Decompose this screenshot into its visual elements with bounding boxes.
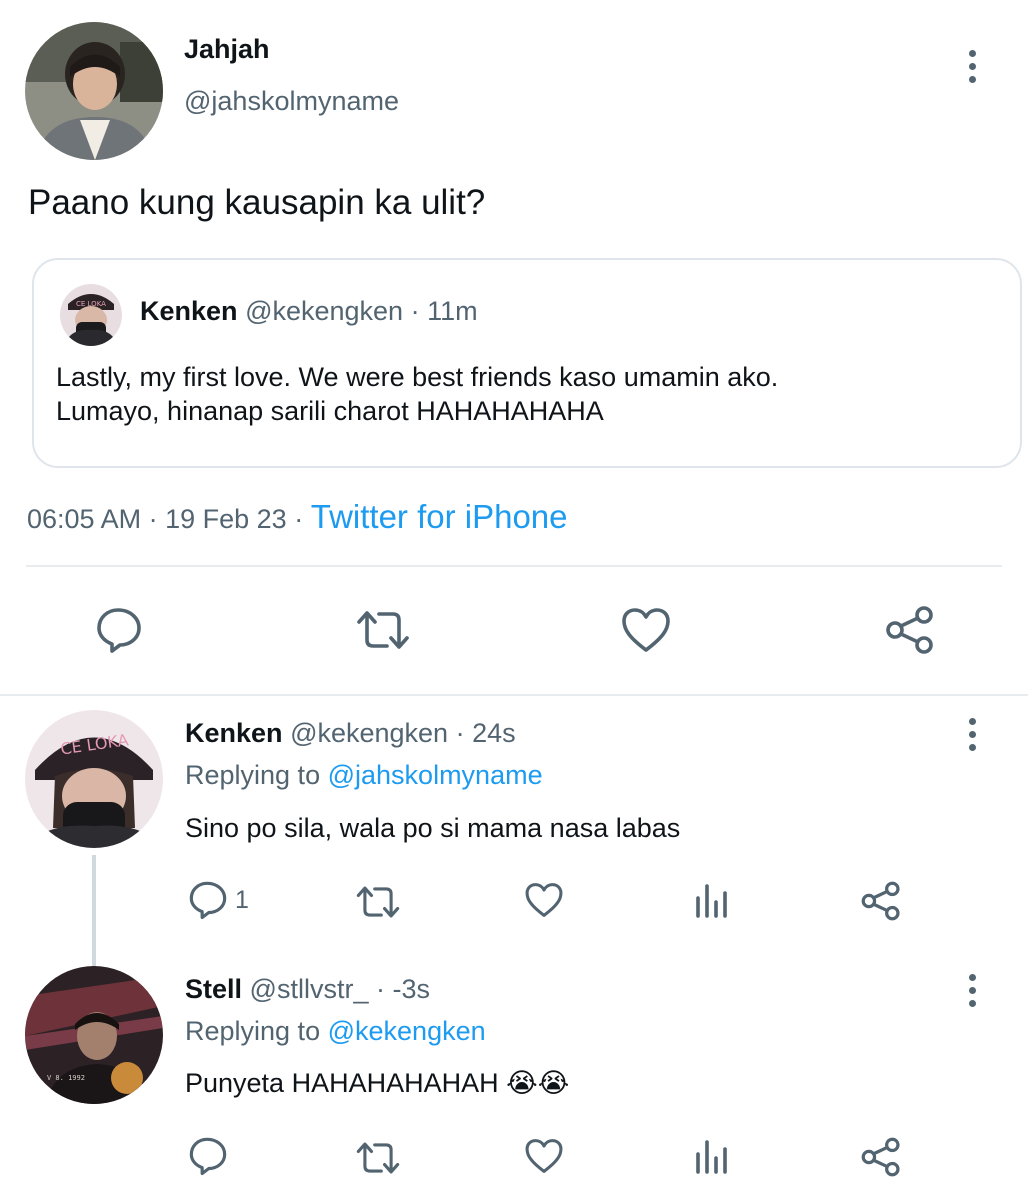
section-divider	[0, 694, 1028, 696]
tweet-source-link[interactable]: Twitter for iPhone	[311, 498, 568, 535]
like-icon	[622, 608, 670, 652]
source-separator: ·	[294, 504, 304, 534]
reply-icon	[189, 1137, 227, 1176]
replying-to-label: Replying to	[185, 760, 321, 790]
quoted-name: Kenken	[140, 296, 238, 326]
reply-avatar[interactable]: V 8. 1992	[25, 966, 163, 1104]
reply-name[interactable]: Kenken	[185, 718, 283, 748]
reply-time: -3s	[392, 974, 431, 1004]
retweet-button[interactable]	[355, 1140, 401, 1176]
thread-line	[92, 855, 96, 967]
svg-text:V 8. 1992: V 8. 1992	[47, 1074, 85, 1082]
reply-handle[interactable]: @stllvstr_	[250, 974, 369, 1004]
replying-to-label: Replying to	[185, 1016, 321, 1046]
reply-name[interactable]: Stell	[185, 974, 242, 1004]
like-button[interactable]	[524, 1137, 564, 1175]
reply-text: Sino po sila, wala po si mama nasa labas	[185, 813, 681, 843]
reply-handle[interactable]: @kekengken	[290, 718, 448, 748]
reply-avatar[interactable]: CE LOKA	[25, 710, 163, 848]
share-button[interactable]	[884, 604, 936, 656]
reply-separator: ·	[455, 718, 465, 748]
quoted-separator: ·	[410, 296, 420, 326]
reply-more-options-icon[interactable]	[960, 970, 984, 1010]
author-avatar[interactable]	[25, 22, 163, 160]
retweet-button[interactable]	[355, 608, 411, 652]
reply-more-options-icon[interactable]	[960, 714, 984, 754]
quoted-tweet[interactable]: CE LOKA Kenken @kekengken · 11m Lastly, …	[32, 258, 1022, 468]
quoted-avatar: CE LOKA	[60, 284, 122, 346]
timestamp-separator: ·	[148, 504, 158, 534]
quoted-time: 11m	[427, 296, 478, 326]
retweet-icon	[356, 886, 400, 918]
retweet-button[interactable]	[355, 884, 401, 920]
more-options-icon[interactable]	[960, 46, 984, 86]
tweet-time: 06:05 AM	[27, 504, 142, 534]
replying-to-link[interactable]: @kekengken	[328, 1016, 486, 1046]
share-button[interactable]	[860, 880, 902, 922]
divider	[26, 565, 1002, 567]
analytics-button[interactable]	[694, 1138, 730, 1174]
reply-button[interactable]: 1	[187, 880, 249, 920]
reply-text: Punyeta HAHAHAHAHAH	[185, 1068, 499, 1098]
share-icon	[861, 881, 900, 921]
like-button[interactable]	[620, 606, 672, 654]
share-button[interactable]	[860, 1136, 902, 1178]
crying-emoji: 😭😭	[506, 1068, 570, 1098]
share-icon	[861, 1137, 900, 1177]
tweet-text: Paano kung kausapin ka ulit?	[28, 183, 486, 222]
like-icon	[525, 1139, 563, 1173]
analytics-icon	[696, 884, 727, 918]
reply-icon	[189, 881, 227, 920]
reply-separator: ·	[375, 974, 385, 1004]
like-button[interactable]	[524, 881, 564, 919]
reply-time: 24s	[472, 718, 516, 748]
analytics-icon	[696, 1140, 727, 1174]
reply-icon	[97, 608, 141, 653]
author-handle[interactable]: @jahskolmyname	[184, 86, 399, 117]
quoted-handle: @kekengken	[245, 296, 404, 326]
retweet-icon	[357, 611, 409, 649]
tweet-date: 19 Feb 23	[165, 504, 287, 534]
analytics-button[interactable]	[694, 882, 730, 918]
like-icon	[525, 883, 563, 917]
reply-button[interactable]	[94, 606, 144, 654]
reply-count: 1	[235, 885, 249, 914]
share-icon	[886, 606, 933, 654]
author-name[interactable]: Jahjah	[184, 34, 270, 65]
retweet-icon	[356, 1142, 400, 1174]
quoted-text-line1: Lastly, my first love. We were best frie…	[56, 362, 779, 392]
quoted-text-line2: Lumayo, hinanap sarili charot HAHAHAHAHA	[56, 396, 604, 426]
replying-to-link[interactable]: @jahskolmyname	[328, 760, 543, 790]
reply-button[interactable]	[187, 1136, 229, 1176]
